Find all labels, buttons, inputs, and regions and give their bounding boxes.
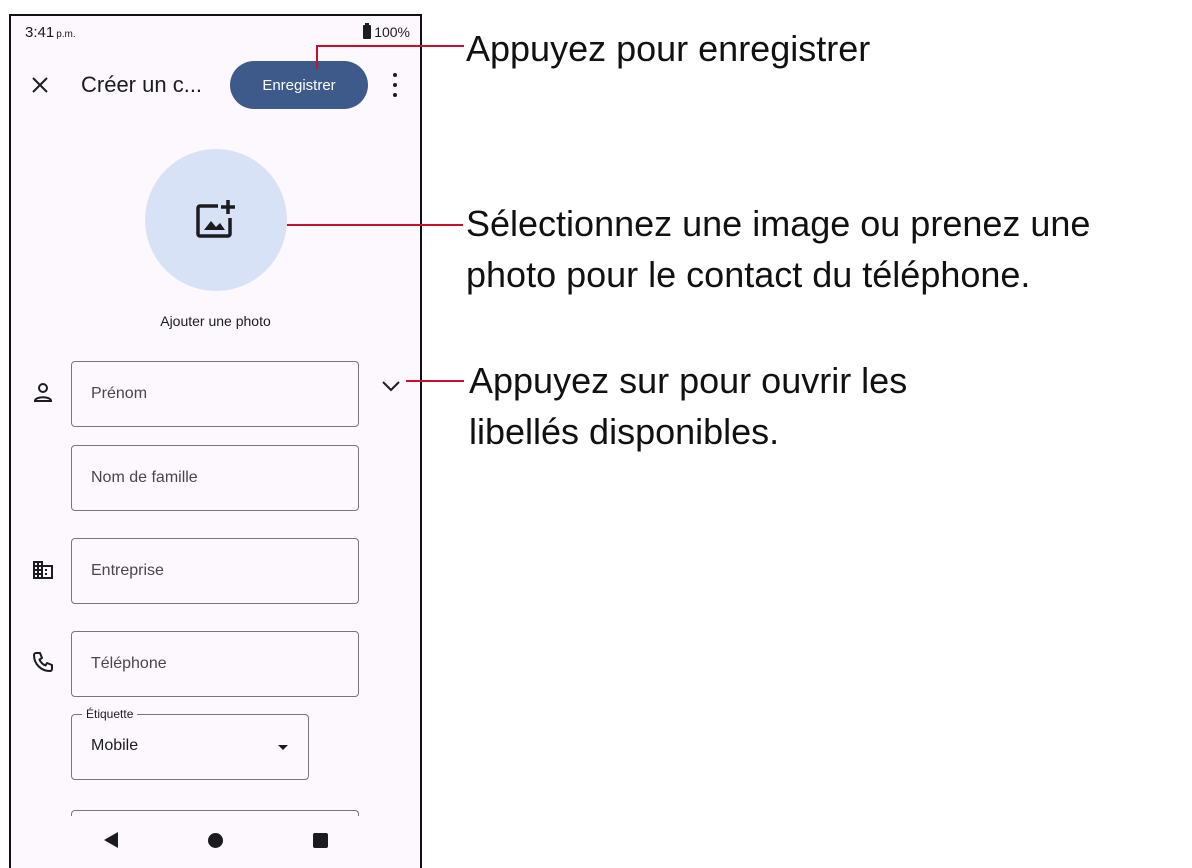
callout-labels-line1: Appuyez sur pour ouvrir les xyxy=(469,360,908,401)
phone-placeholder: Téléphone xyxy=(91,655,167,672)
dropdown-legend: Étiquette xyxy=(82,707,138,721)
callout-line-save-vertical xyxy=(316,45,318,69)
add-photo-icon xyxy=(196,200,235,238)
first-name-field[interactable]: Prénom xyxy=(71,361,359,427)
phone-screen: 3:41 p.m. 100% Créer un c... Enregistrer … xyxy=(9,14,422,868)
nav-home-icon[interactable] xyxy=(208,833,223,848)
last-name-field[interactable]: Nom de famille xyxy=(71,445,359,511)
battery-icon xyxy=(363,23,372,39)
status-time: 3:41 p.m. xyxy=(25,24,76,41)
status-time-ampm: p.m. xyxy=(56,29,76,40)
battery-level: 100% xyxy=(374,24,410,40)
callout-photo-line2: photo pour le contact du téléphone. xyxy=(466,254,1031,295)
phone-label-dropdown[interactable]: Étiquette Mobile xyxy=(71,707,309,780)
toolbar: Créer un c... Enregistrer xyxy=(11,56,420,116)
battery-indicator: 100% xyxy=(363,23,410,40)
business-icon xyxy=(33,561,53,579)
callout-photo-line1: Sélectionnez une image ou prenez une xyxy=(466,203,1091,244)
phone-icon xyxy=(33,652,53,672)
nav-back-icon[interactable] xyxy=(104,832,118,848)
company-placeholder: Entreprise xyxy=(91,562,164,579)
save-button[interactable]: Enregistrer xyxy=(230,61,368,109)
callout-line-labels xyxy=(406,380,464,382)
phone-field[interactable]: Téléphone xyxy=(71,631,359,697)
close-icon[interactable] xyxy=(31,76,49,94)
navigation-bar xyxy=(11,816,420,868)
callout-labels-line2: libellés disponibles. xyxy=(469,411,780,452)
first-name-placeholder: Prénom xyxy=(91,385,148,402)
last-name-placeholder: Nom de famille xyxy=(91,469,198,486)
company-field[interactable]: Entreprise xyxy=(71,538,359,604)
status-time-value: 3:41 xyxy=(25,24,55,41)
expand-more-icon[interactable] xyxy=(381,380,401,392)
add-photo-button[interactable] xyxy=(145,149,287,291)
callout-line-photo xyxy=(287,224,463,226)
callout-save-text: Appuyez pour enregistrer xyxy=(466,28,871,69)
dropdown-value: Mobile xyxy=(91,737,139,754)
page-title: Créer un c... xyxy=(81,72,203,97)
more-vert-icon[interactable] xyxy=(393,73,397,97)
nav-recents-icon[interactable] xyxy=(313,833,328,848)
person-icon xyxy=(33,383,53,402)
callout-line-save xyxy=(316,45,464,47)
add-photo-label: Ajouter une photo xyxy=(160,313,271,329)
dropdown-arrow-icon xyxy=(278,745,288,750)
